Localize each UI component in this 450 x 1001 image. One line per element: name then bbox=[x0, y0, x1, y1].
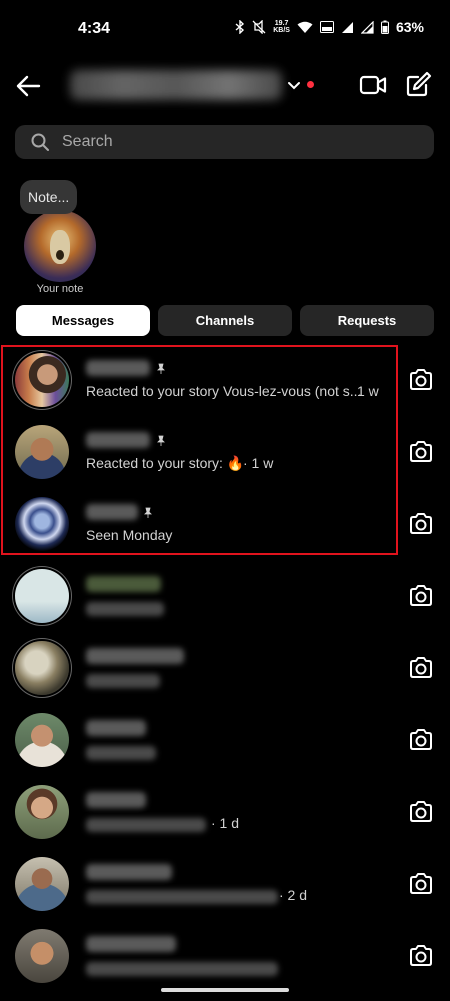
inbox-header bbox=[0, 60, 450, 110]
avatar[interactable] bbox=[15, 569, 69, 623]
list-item[interactable] bbox=[0, 569, 450, 641]
contact-name-blurred bbox=[86, 648, 184, 664]
list-item[interactable] bbox=[0, 713, 450, 785]
message-preview-blurred bbox=[86, 602, 164, 616]
note-label: Your note bbox=[36, 283, 84, 295]
contact-name-blurred bbox=[86, 792, 146, 808]
your-note[interactable]: Note... Your note bbox=[20, 180, 100, 300]
message-preview-blurred bbox=[86, 818, 206, 832]
back-icon[interactable] bbox=[14, 72, 42, 100]
account-username-blurred[interactable] bbox=[70, 70, 282, 100]
contact-name-blurred bbox=[86, 720, 146, 736]
status-time: 4:34 bbox=[78, 20, 111, 37]
vibrate-off-icon bbox=[252, 20, 266, 34]
pinned-highlight-box bbox=[1, 345, 398, 555]
message-time: · 1 d bbox=[211, 815, 240, 831]
battery-percent: 63% bbox=[395, 19, 424, 35]
contact-name-blurred bbox=[86, 936, 176, 952]
search-input[interactable] bbox=[62, 125, 402, 159]
tab-messages[interactable]: Messages bbox=[16, 305, 150, 336]
avatar[interactable] bbox=[15, 929, 69, 983]
chevron-down-icon[interactable] bbox=[286, 78, 302, 94]
status-icons: 19.7 KB/S 63% bbox=[235, 19, 424, 35]
camera-icon[interactable] bbox=[408, 799, 434, 825]
contact-name-blurred bbox=[86, 576, 161, 592]
list-item[interactable] bbox=[0, 641, 450, 713]
avatar[interactable] bbox=[15, 857, 69, 911]
camera-icon[interactable] bbox=[408, 655, 434, 681]
signal-icon-2 bbox=[360, 20, 374, 34]
camera-icon[interactable] bbox=[408, 511, 434, 537]
message-preview-blurred bbox=[86, 890, 278, 904]
status-bar: 4:34 19.7 KB/S 63% bbox=[0, 0, 450, 56]
tab-channels[interactable]: Channels bbox=[158, 305, 292, 336]
message-preview-blurred bbox=[86, 674, 160, 688]
avatar[interactable] bbox=[15, 785, 69, 839]
note-bubble[interactable]: Note... bbox=[20, 180, 78, 214]
list-item[interactable]: · 2 d bbox=[0, 857, 450, 929]
signal-icon bbox=[341, 21, 353, 33]
compose-icon[interactable] bbox=[405, 70, 433, 98]
wifi-icon bbox=[297, 21, 313, 33]
video-camera-icon[interactable] bbox=[358, 70, 388, 100]
contact-name-blurred bbox=[86, 864, 172, 880]
camera-icon[interactable] bbox=[408, 367, 434, 393]
search-icon bbox=[31, 133, 49, 151]
home-indicator[interactable] bbox=[161, 988, 289, 992]
camera-icon[interactable] bbox=[408, 439, 434, 465]
avatar[interactable] bbox=[15, 641, 69, 695]
volte-icon bbox=[319, 21, 334, 33]
battery-icon bbox=[380, 20, 389, 34]
message-time: · 2 d bbox=[279, 887, 308, 903]
net-speed: 19.7 KB/S bbox=[273, 20, 290, 34]
avatar[interactable] bbox=[15, 713, 69, 767]
search-bar[interactable] bbox=[15, 125, 434, 159]
bluetooth-icon bbox=[235, 20, 245, 34]
inbox-tabs: Messages Channels Requests bbox=[16, 305, 434, 336]
list-item[interactable]: · 1 d bbox=[0, 785, 450, 857]
tab-requests[interactable]: Requests bbox=[300, 305, 434, 336]
camera-icon[interactable] bbox=[408, 727, 434, 753]
notification-dot bbox=[307, 81, 314, 88]
avatar[interactable] bbox=[24, 210, 96, 282]
camera-icon[interactable] bbox=[408, 583, 434, 609]
camera-icon[interactable] bbox=[408, 871, 434, 897]
camera-icon[interactable] bbox=[408, 943, 434, 969]
message-preview-blurred bbox=[86, 746, 156, 760]
message-preview-blurred bbox=[86, 962, 278, 976]
